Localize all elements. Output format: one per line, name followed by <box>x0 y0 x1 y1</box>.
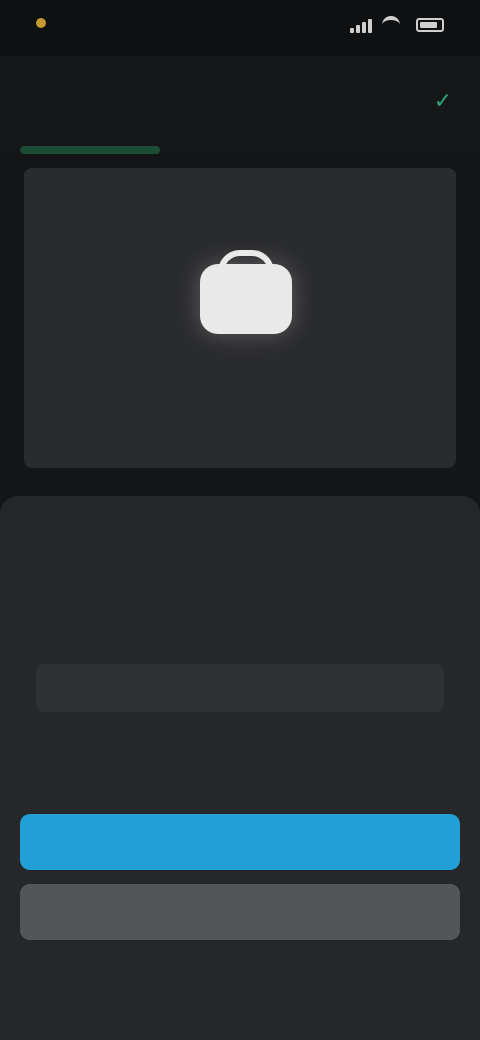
accent-underline <box>20 146 160 154</box>
status-left <box>36 18 54 28</box>
preview-card <box>24 168 456 468</box>
status-right <box>350 16 444 34</box>
battery-indicator <box>410 18 444 32</box>
wifi-icon <box>382 16 400 34</box>
picker-selection-highlight <box>36 664 444 712</box>
battery-icon <box>416 18 444 32</box>
signal-icon <box>350 17 372 33</box>
status-bar <box>0 0 480 56</box>
notification-dot-icon <box>36 18 46 28</box>
primary-button[interactable] <box>20 814 460 870</box>
briefcase-icon <box>200 250 292 334</box>
bottom-sheet <box>0 496 480 1040</box>
check-icon[interactable]: ✓ <box>432 90 454 112</box>
secondary-button[interactable] <box>20 884 460 940</box>
top-bar: ✓ <box>0 56 480 152</box>
screen: ✓ <box>0 0 480 1040</box>
wheel-picker[interactable] <box>0 588 480 788</box>
